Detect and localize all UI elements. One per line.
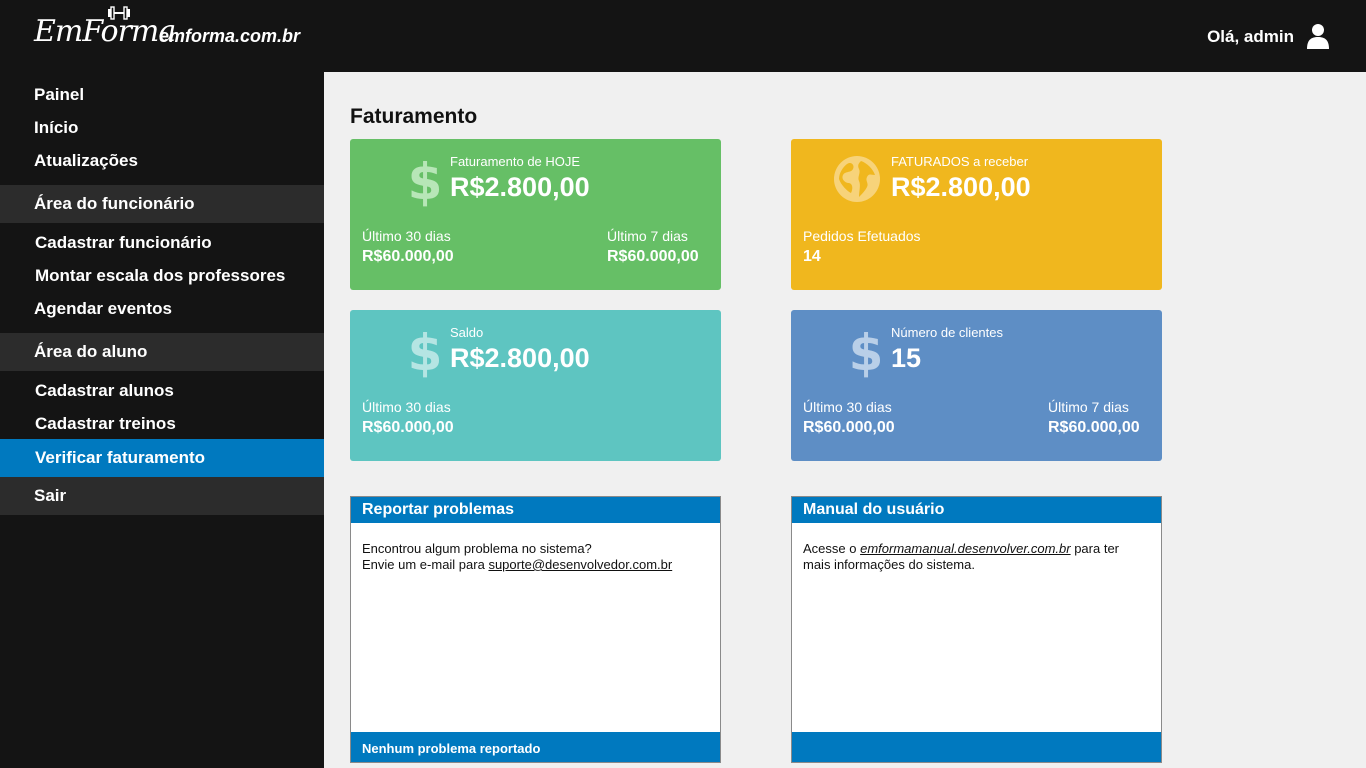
card-left-value: R$60.000,00 xyxy=(803,419,895,436)
svg-text:$: $ xyxy=(849,326,883,378)
card-faturados-receber: FATURADOS a receber R$2.800,00 Pedidos E… xyxy=(791,139,1162,290)
top-bar: EmForma emforma.com.br Olá, admin xyxy=(0,0,1366,72)
card-left-label: Último 30 dias xyxy=(803,399,892,415)
panel-reportar-problemas: Reportar problemas Encontrou algum probl… xyxy=(350,496,721,763)
sidebar-item-verificar-faturamento[interactable]: Verificar faturamento xyxy=(0,439,324,477)
panel-text-prefix: Acesse o xyxy=(803,541,861,556)
panel-body: Acesse o emformamanual.desenvolver.com.b… xyxy=(792,523,1161,591)
card-right-value: R$60.000,00 xyxy=(607,248,699,265)
card-label: Faturamento de HOJE xyxy=(450,154,581,169)
panel-title: Reportar problemas xyxy=(351,497,720,523)
svg-text:$: $ xyxy=(408,326,442,378)
card-value: R$2.800,00 xyxy=(891,172,1031,202)
sidebar-item-cadastrar-treinos[interactable]: Cadastrar treinos xyxy=(0,407,324,440)
panel-footer-status: Nenhum problema reportado xyxy=(351,732,720,762)
sidebar-item-atualizacoes[interactable]: Atualizações xyxy=(0,144,324,177)
card-value: R$2.800,00 xyxy=(450,172,590,202)
user-icon[interactable] xyxy=(1306,23,1330,49)
panel-text: Encontrou algum problema no sistema? xyxy=(362,541,592,556)
card-numero-clientes: $ Número de clientes 15 Último 30 dias R… xyxy=(791,310,1162,461)
card-left-label: Pedidos Efetuados xyxy=(803,228,921,244)
card-right-label: Último 7 dias xyxy=(1048,399,1129,415)
manual-link[interactable]: emformamanual.desenvolver.com.br xyxy=(860,541,1071,556)
card-left-value: R$60.000,00 xyxy=(362,419,454,436)
card-left-label: Último 30 dias xyxy=(362,228,451,244)
sidebar: Painel Início Atualizações Área do funci… xyxy=(0,72,324,768)
card-right-label: Último 7 dias xyxy=(607,228,688,244)
sidebar-item-inicio[interactable]: Início xyxy=(0,111,324,144)
sidebar-section-employee: Área do funcionário xyxy=(0,185,324,223)
card-saldo: $ Saldo R$2.800,00 Último 30 dias R$60.0… xyxy=(350,310,721,461)
sidebar-section-student: Área do aluno xyxy=(0,333,324,371)
panel-text-prefix: Envie um e-mail para xyxy=(362,557,489,572)
dollar-icon: $ xyxy=(408,155,442,207)
panel-body: Encontrou algum problema no sistema? Env… xyxy=(351,523,720,591)
panel-text: Envie um e-mail para suporte@desenvolved… xyxy=(362,557,709,573)
sidebar-item-montar-escala[interactable]: Montar escala dos professores xyxy=(0,259,324,292)
svg-text:$: $ xyxy=(408,155,442,207)
card-value: 15 xyxy=(891,343,922,373)
page-title: Faturamento xyxy=(350,105,478,128)
card-label: FATURADOS a receber xyxy=(891,154,1029,169)
card-left-label: Último 30 dias xyxy=(362,399,451,415)
card-faturamento-hoje: $ Faturamento de HOJE R$2.800,00 Último … xyxy=(350,139,721,290)
sidebar-item-cadastrar-funcionario[interactable]: Cadastrar funcionário xyxy=(0,226,324,259)
panel-footer xyxy=(792,732,1161,762)
logo-text: EmForma xyxy=(34,14,176,49)
card-label: Saldo xyxy=(450,325,484,340)
sidebar-item-painel[interactable]: Painel xyxy=(0,78,324,111)
globe-icon xyxy=(834,156,880,202)
dollar-icon: $ xyxy=(849,326,883,378)
card-left-value: R$60.000,00 xyxy=(362,248,454,265)
support-email-link[interactable]: suporte@desenvolvedor.com.br xyxy=(488,557,672,572)
logo[interactable]: EmForma xyxy=(34,6,176,49)
card-right-value: R$60.000,00 xyxy=(1048,419,1140,436)
card-label: Número de clientes xyxy=(891,325,1003,340)
sidebar-item-agendar-eventos[interactable]: Agendar eventos xyxy=(0,292,324,325)
sidebar-item-cadastrar-alunos[interactable]: Cadastrar alunos xyxy=(0,374,324,407)
dumbbell-icon xyxy=(108,6,130,20)
dollar-icon: $ xyxy=(408,326,442,378)
user-greeting[interactable]: Olá, admin xyxy=(1207,27,1294,47)
sidebar-item-sair[interactable]: Sair xyxy=(0,477,324,515)
panel-manual-usuario: Manual do usuário Acesse o emformamanual… xyxy=(791,496,1162,763)
site-domain: emforma.com.br xyxy=(159,26,301,46)
card-left-value: 14 xyxy=(803,248,821,265)
card-value: R$2.800,00 xyxy=(450,343,590,373)
panel-title: Manual do usuário xyxy=(792,497,1161,523)
